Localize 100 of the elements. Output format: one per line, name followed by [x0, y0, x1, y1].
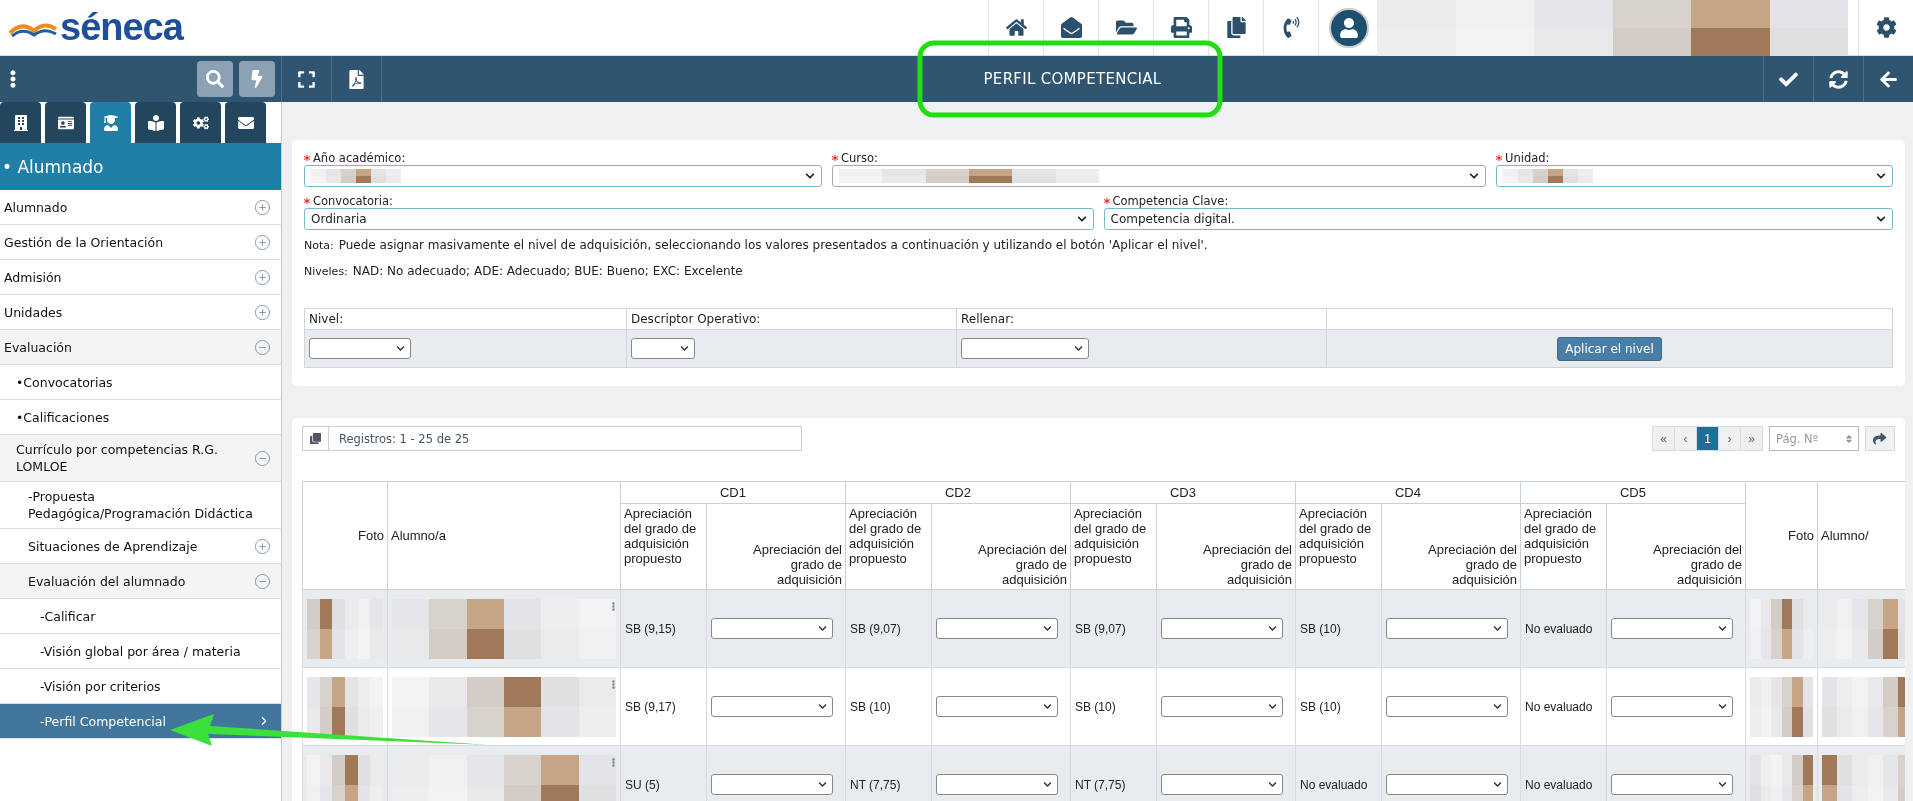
collapse-icon[interactable]: [254, 449, 271, 467]
dropdown[interactable]: [1611, 618, 1733, 639]
dropdown[interactable]: [1161, 774, 1283, 795]
group-header: CD4: [1295, 481, 1521, 504]
column-header: Apreciación del grado de adquisición: [706, 503, 846, 590]
caret-icon: [680, 344, 689, 353]
dropdown[interactable]: [961, 338, 1089, 359]
dropdown[interactable]: [631, 338, 695, 359]
copy-icon[interactable]: [309, 432, 322, 445]
dropdown[interactable]: [1386, 774, 1508, 795]
page-button[interactable]: ‹: [1674, 426, 1697, 451]
user-icon: [1339, 17, 1359, 38]
sidebar-tab[interactable]: [0, 102, 41, 143]
table-cell: SB (10): [1295, 667, 1382, 746]
collapse-icon[interactable]: [254, 572, 271, 590]
column-header: Apreciación del grado de adquisición propuesto: [620, 503, 707, 590]
id-card-icon: [57, 114, 74, 131]
handle-icon[interactable]: [609, 758, 618, 767]
column-header: Apreciación del grado de adquisición propuesto: [1295, 503, 1382, 590]
check-icon: [1779, 69, 1798, 89]
page-button[interactable]: ›: [1718, 426, 1741, 451]
settings-icon[interactable]: [1875, 17, 1897, 38]
page-button[interactable]: 1: [1696, 426, 1719, 451]
pdf-file-icon: [347, 69, 366, 89]
levels-label: Niveles:: [304, 265, 348, 278]
share-arrow-icon: [1873, 431, 1887, 446]
group-header: CD5: [1520, 481, 1746, 504]
field-label: Curso:: [841, 150, 878, 165]
column-header: Descriptor Operativo:: [626, 308, 957, 330]
go-button[interactable]: [1865, 426, 1895, 451]
dropdown[interactable]: [711, 618, 833, 639]
menu-item[interactable]: Currículo por competencias R.G. LOMLOE: [0, 435, 281, 482]
book-icon: [147, 114, 164, 131]
search-button[interactable]: [197, 61, 233, 97]
menu-item[interactable]: Evaluación: [0, 330, 281, 365]
print-icon[interactable]: [1170, 17, 1192, 38]
expand-icon[interactable]: [254, 268, 271, 286]
dropdown[interactable]: [711, 774, 833, 795]
dropdown[interactable]: [936, 696, 1058, 717]
column-header: Foto: [1745, 481, 1818, 590]
expand-icon[interactable]: [254, 198, 271, 216]
sidebar-tab[interactable]: [45, 102, 86, 143]
column-header: Rellenar:: [956, 308, 1327, 330]
expand-icon[interactable]: [254, 537, 271, 555]
home-icon[interactable]: [1005, 17, 1027, 38]
handle-icon[interactable]: [609, 680, 618, 689]
expand-icon: [297, 69, 316, 89]
select-field[interactable]: Ordinaria: [304, 208, 1094, 230]
dropdown[interactable]: [1386, 696, 1508, 717]
dropdown[interactable]: [1611, 774, 1733, 795]
column-header: Apreciación del grado de adquisición propuesto: [1070, 503, 1157, 590]
bolt-button[interactable]: [239, 61, 275, 97]
sidebar-tab[interactable]: [90, 102, 131, 143]
table-cell: NT (7,75): [845, 745, 932, 801]
select-field[interactable]: [304, 165, 822, 187]
required-icon: [304, 197, 310, 204]
field-label: Unidad:: [1505, 150, 1550, 165]
select-field[interactable]: [1496, 165, 1893, 187]
dropdown[interactable]: [711, 696, 833, 717]
avatar-icon[interactable]: [1329, 7, 1369, 48]
menu-item[interactable]: Evaluación del alumnado: [0, 564, 281, 599]
expand-icon[interactable]: [254, 233, 271, 251]
page-title: PERFIL COMPETENCIAL: [983, 70, 1162, 88]
logo-text: séneca: [60, 6, 183, 49]
group-header: CD1: [620, 481, 846, 504]
caret-icon: [1268, 780, 1277, 789]
field-label: Año académico:: [313, 150, 406, 165]
dropdown[interactable]: [309, 338, 411, 359]
dropdown[interactable]: [1611, 696, 1733, 717]
table-cell: SB (10): [1295, 589, 1382, 668]
caret-icon: [1268, 624, 1277, 633]
select-field[interactable]: [832, 165, 1486, 187]
sidebar-tab[interactable]: [135, 102, 176, 143]
spinner-icon[interactable]: [1844, 433, 1854, 444]
select-field[interactable]: Competencia digital.: [1103, 208, 1893, 230]
group-header: CD2: [845, 481, 1071, 504]
handle-icon[interactable]: [609, 602, 618, 611]
table-cell: SB (9,15): [620, 589, 707, 668]
collapse-icon[interactable]: [254, 338, 271, 356]
caret-icon: [1493, 624, 1502, 633]
copy-icon[interactable]: [1225, 17, 1247, 38]
dropdown[interactable]: [936, 774, 1058, 795]
sidebar-tab[interactable]: [180, 102, 221, 143]
dropdown[interactable]: [1161, 696, 1283, 717]
expand-icon[interactable]: [254, 303, 271, 321]
field-label: Convocatoria:: [313, 193, 393, 208]
caret-icon: [1718, 624, 1727, 633]
dropdown[interactable]: [1386, 618, 1508, 639]
sidebar-tab[interactable]: [225, 102, 266, 143]
note-label: Nota:: [304, 239, 334, 252]
dropdown[interactable]: [1161, 618, 1283, 639]
dropdown[interactable]: [936, 618, 1058, 639]
search-icon: [206, 70, 224, 88]
column-header: Apreciación del grado de adquisición: [1381, 503, 1521, 590]
table-cell: SB (9,07): [845, 589, 932, 668]
apply-level-button[interactable]: Aplicar el nivel: [1557, 336, 1662, 361]
page-button[interactable]: «: [1652, 426, 1675, 451]
page-button[interactable]: »: [1740, 426, 1763, 451]
gears-icon: [192, 114, 209, 131]
envelope-icon[interactable]: [1060, 17, 1082, 38]
